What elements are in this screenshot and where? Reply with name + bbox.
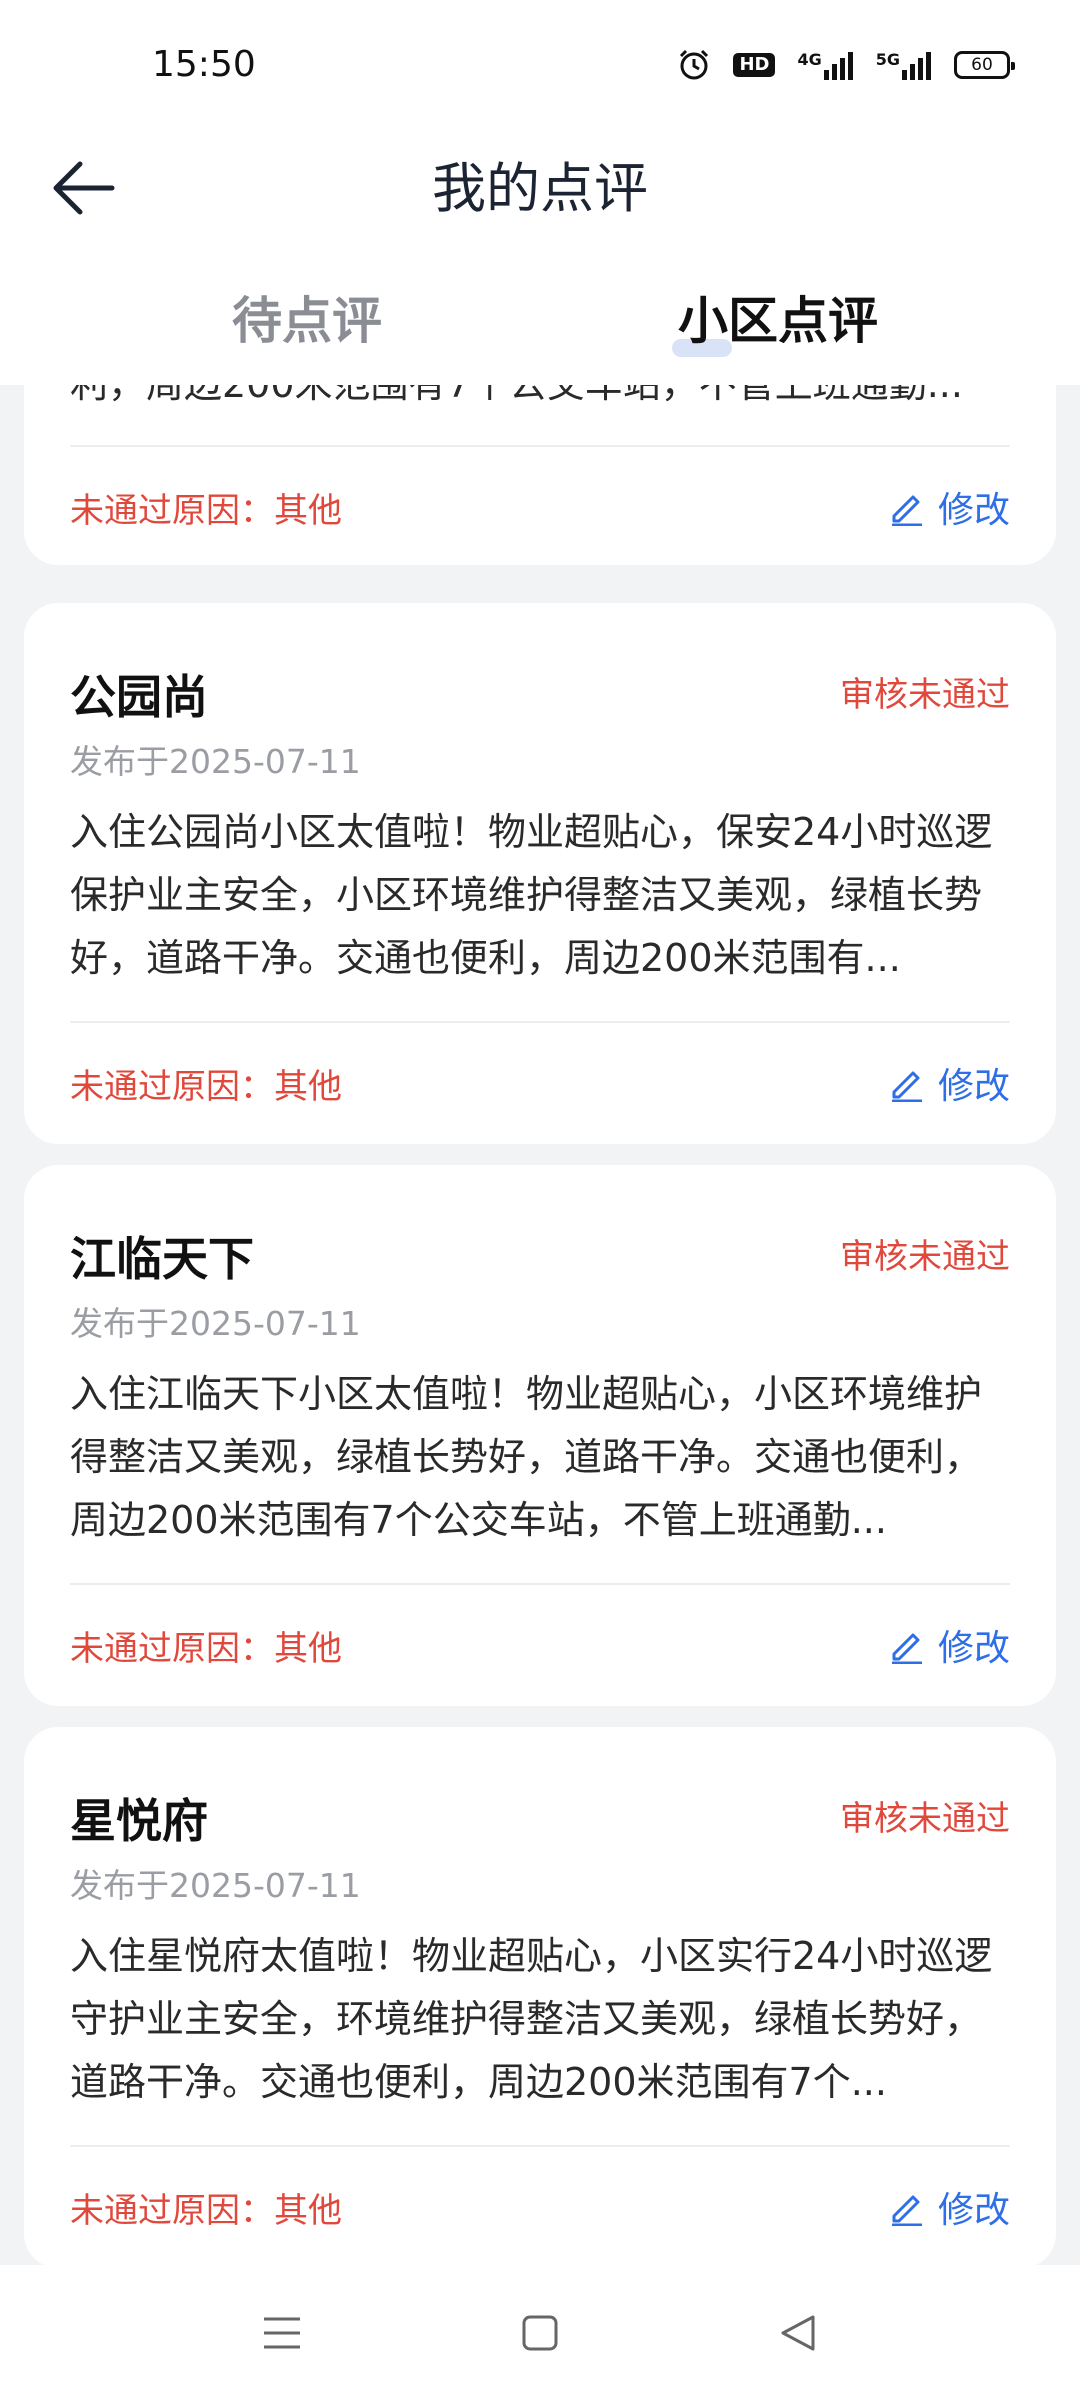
community-name: 江临天下 [70,1232,254,1286]
reject-reason: 未通过原因：其他 [70,2191,342,2231]
edit-button[interactable]: 修改 [888,1057,1010,1109]
edit-label: 修改 [937,1066,1010,1107]
divider [70,445,1010,447]
status-badge: 审核未通过 [840,1799,1010,1839]
page-title: 我的点评 [432,157,648,220]
edit-label: 修改 [937,490,1010,531]
publish-date: 发布于2025-07-11 [70,742,361,781]
review-card: 公园尚 审核未通过 发布于2025-07-11 入住公园尚小区太值啦！物业超贴心… [24,603,1056,1144]
divider [70,2145,1010,2147]
tab-bar: 待点评 小区点评 [0,255,1080,385]
status-time: 15:50 [152,44,256,85]
edit-label: 修改 [937,2190,1010,2231]
battery-icon: 60 [954,51,1015,79]
alarm-icon [677,48,711,82]
menu-button[interactable] [252,2303,312,2363]
reject-reason: 未通过原因：其他 [70,491,342,531]
edit-button[interactable]: 修改 [888,481,1010,533]
reject-reason: 未通过原因：其他 [70,1067,342,1107]
hd-icon: HD [733,53,776,77]
review-card: 利，周边200米范围有7个公交车站，不管上班通勤... 未通过原因：其他 修改 [24,385,1056,565]
review-list[interactable]: 利，周边200米范围有7个公交车站，不管上班通勤... 未通过原因：其他 修改 … [0,385,1080,2265]
network-4g-label: 4G [797,50,822,69]
divider [70,1021,1010,1023]
review-card: 江临天下 审核未通过 发布于2025-07-11 入住江临天下小区太值啦！物业超… [24,1165,1056,1706]
status-badge: 审核未通过 [840,1237,1010,1277]
edit-icon [891,495,922,526]
back-triangle-icon [781,2315,815,2351]
review-card: 星悦府 审核未通过 发布于2025-07-11 入住星悦府太值啦！物业超贴心，小… [24,1727,1056,2265]
review-body: 利，周边200米范围有7个公交车站，不管上班通勤... [70,385,1010,416]
home-square-icon [522,2315,558,2351]
home-button[interactable] [510,2303,570,2363]
tab-label: 待点评 [232,292,382,350]
edit-button[interactable]: 修改 [888,1619,1010,1671]
divider [70,1583,1010,1585]
network-5g-label: 5G [875,50,900,69]
reject-reason: 未通过原因：其他 [70,1629,342,1669]
signal-5g-icon: 5G [876,50,932,80]
publish-date: 发布于2025-07-11 [70,1866,361,1905]
menu-icon [264,2317,300,2349]
system-nav-bar [0,2265,1080,2400]
tab-label: 小区点评 [678,292,878,350]
edit-label: 修改 [937,1628,1010,1669]
status-icons: HD 4G 5G 60 [677,48,1015,82]
signal-4g-icon: 4G [797,50,853,80]
community-name: 公园尚 [70,670,208,724]
back-nav-button[interactable] [768,2303,828,2363]
publish-date: 发布于2025-07-11 [70,1304,361,1343]
community-name: 星悦府 [70,1794,208,1848]
status-bar: 15:50 HD 4G 5G 60 [0,0,1080,130]
review-body: 入住公园尚小区太值啦！物业超贴心，保安24小时巡逻保护业主安全，小区环境维护得整… [70,810,993,980]
tab-pending-review[interactable]: 待点评 [232,281,382,353]
edit-icon [891,2195,922,2226]
tab-community-review[interactable]: 小区点评 [678,281,878,353]
status-badge: 审核未通过 [840,675,1010,715]
edit-icon [891,1071,922,1102]
edit-button[interactable]: 修改 [888,2181,1010,2233]
review-body: 入住星悦府太值啦！物业超贴心，小区实行24小时巡逻守护业主安全，环境维护得整洁又… [70,1934,993,2104]
review-body: 入住江临天下小区太值啦！物业超贴心，小区环境维护得整洁又美观，绿植长势好，道路干… [70,1372,983,1542]
edit-icon [891,1633,922,1664]
app-header: 我的点评 [0,130,1080,255]
